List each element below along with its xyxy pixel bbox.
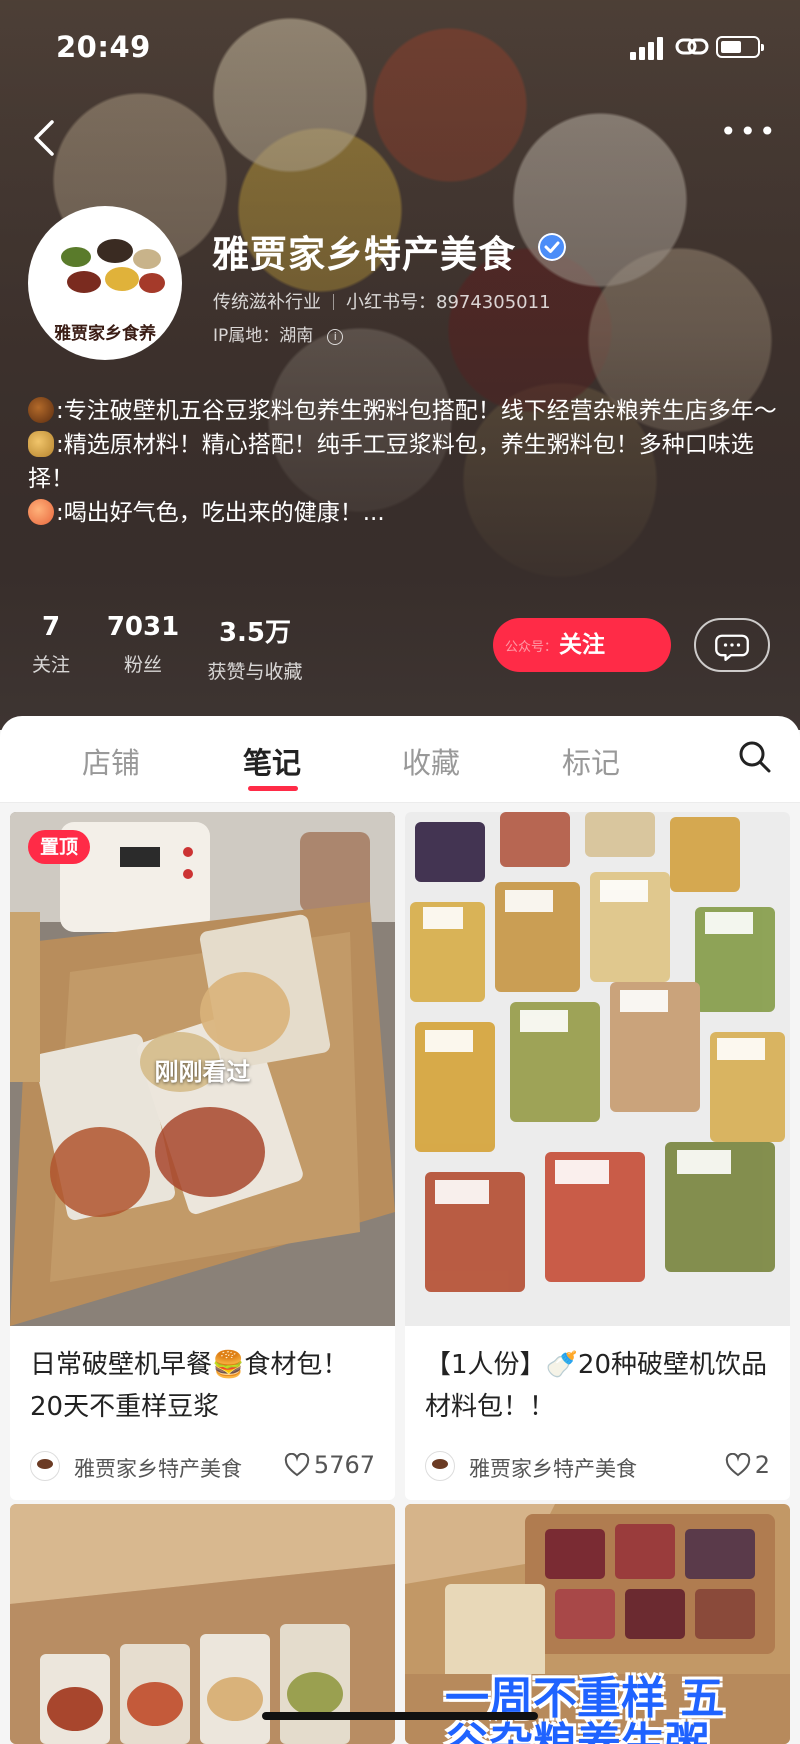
info-icon[interactable]: i bbox=[327, 329, 344, 345]
pinned-badge: 置顶 bbox=[28, 830, 91, 864]
peanut-emoji-icon bbox=[28, 431, 54, 457]
avatar[interactable]: 雅贾家乡食养 bbox=[28, 206, 182, 360]
note-title: 日常破壁机早餐🍔食材包！20天不重样豆浆 bbox=[30, 1350, 349, 1422]
author-avatar[interactable] bbox=[30, 1451, 60, 1481]
active-tab-indicator bbox=[248, 786, 298, 791]
like-count: 5767 bbox=[313, 1451, 375, 1479]
ip-location: IP属地：湖南 i bbox=[213, 321, 344, 346]
avatar-logo-text: 雅贾家乡食养 bbox=[54, 324, 156, 344]
note-footer: 雅贾家乡特产美食 5767 bbox=[30, 1449, 375, 1485]
status-time: 20:49 bbox=[56, 30, 151, 64]
follow-watermark: 公众号： bbox=[505, 640, 558, 655]
bio-line-2: :精选原材料！精心搭配！纯手工豆浆料包，养生粥料包！多种口味选择！ bbox=[28, 431, 754, 492]
note-card[interactable]: 置顶 刚刚看过 日常破壁机早餐🍔食材包！20天不重样豆浆 雅贾家乡特产美食 57… bbox=[10, 812, 395, 1500]
stat-followers[interactable]: 7031 粉丝 bbox=[100, 612, 186, 677]
follow-button[interactable]: 公众号： 关注 bbox=[493, 618, 671, 672]
chat-icon bbox=[715, 634, 749, 661]
author-avatar[interactable] bbox=[425, 1451, 455, 1481]
note-card[interactable]: 【1人份】🍼20种破壁机饮品材料包！！ 雅贾家乡特产美食 2 bbox=[405, 812, 790, 1500]
like-button[interactable]: 5767 bbox=[284, 1451, 375, 1479]
more-options-icon[interactable]: ••• bbox=[720, 118, 776, 152]
back-icon[interactable] bbox=[30, 118, 60, 158]
note-card[interactable]: 一周不重样 五谷杂粮养生粥 bbox=[405, 1504, 790, 1744]
recently-viewed-label: 刚刚看过 bbox=[154, 1058, 251, 1086]
profile-category: 传统滋补行业 bbox=[213, 292, 321, 313]
like-button[interactable]: 2 bbox=[725, 1451, 770, 1479]
note-footer: 雅贾家乡特产美食 2 bbox=[425, 1449, 770, 1485]
stat-following[interactable]: 7 关注 bbox=[28, 612, 74, 677]
signal-icon bbox=[630, 36, 666, 60]
profile-bio: :专注破壁机五谷豆浆料包养生粥料包搭配！线下经营杂粮养生店多年～ :精选原材料！… bbox=[28, 394, 778, 530]
note-image bbox=[405, 812, 790, 1326]
note-author[interactable]: 雅贾家乡特产美食 bbox=[469, 1453, 637, 1483]
note-title: 【1人份】🍼20种破壁机饮品材料包！！ bbox=[425, 1350, 767, 1422]
tab-collections[interactable]: 收藏 bbox=[402, 740, 460, 782]
note-overlay-text: 一周不重样 五谷杂粮养生粥 bbox=[445, 1673, 725, 1744]
status-bar: 20:49 bbox=[0, 0, 800, 96]
link-icon bbox=[675, 38, 709, 55]
like-count: 2 bbox=[754, 1451, 770, 1479]
home-indicator bbox=[262, 1712, 538, 1720]
notes-feed: 置顶 刚刚看过 日常破壁机早餐🍔食材包！20天不重样豆浆 雅贾家乡特产美食 57… bbox=[0, 803, 800, 1744]
search-icon[interactable] bbox=[738, 740, 772, 774]
note-author[interactable]: 雅贾家乡特产美食 bbox=[74, 1453, 242, 1483]
heart-icon bbox=[284, 1453, 310, 1477]
bio-line-1: :专注破壁机五谷豆浆料包养生粥料包搭配！线下经营杂粮养生店多年～ bbox=[28, 394, 778, 428]
ip-location-text: IP属地：湖南 bbox=[213, 326, 314, 346]
message-button[interactable] bbox=[694, 618, 770, 672]
note-card[interactable] bbox=[10, 1504, 395, 1744]
profile-tabs: 店铺 笔记 收藏 标记 bbox=[0, 716, 800, 803]
verified-badge-icon bbox=[538, 233, 566, 261]
heart-icon bbox=[725, 1453, 750, 1477]
tab-notes[interactable]: 笔记 bbox=[243, 740, 301, 782]
profile-meta: 传统滋补行业 小红书号：8974305011 bbox=[213, 288, 551, 314]
peach-emoji-icon bbox=[28, 499, 54, 525]
tab-shop[interactable]: 店铺 bbox=[82, 740, 140, 782]
stat-likes-and-saves[interactable]: 3.5万 获赞与收藏 bbox=[200, 612, 310, 684]
battery-icon bbox=[716, 36, 764, 58]
profile-id: 小红书号：8974305011 bbox=[346, 292, 551, 313]
chestnut-emoji-icon bbox=[28, 397, 54, 423]
profile-name: 雅贾家乡特产美食 bbox=[212, 233, 516, 276]
tab-marked[interactable]: 标记 bbox=[562, 740, 620, 782]
bio-line-3: :喝出好气色，吃出来的健康！... bbox=[28, 496, 778, 530]
note-image bbox=[10, 1504, 395, 1744]
